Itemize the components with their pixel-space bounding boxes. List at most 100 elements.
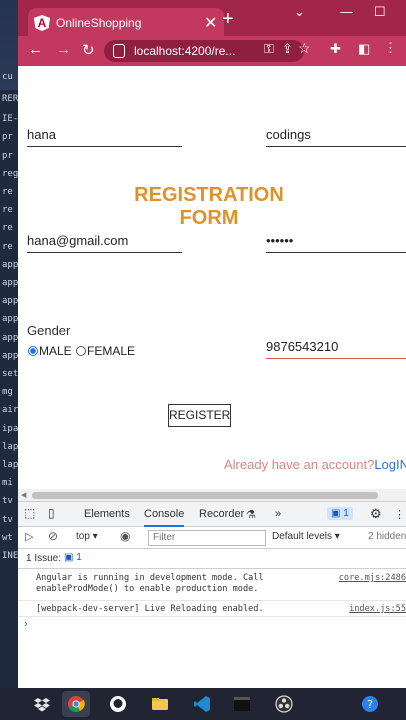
devtools-tab-bar: ⬚ ▯ Elements Console Recorder ⚗ » ▣ 1 ⚙ … xyxy=(18,502,406,527)
log-levels-dropdown[interactable]: Default levels ▾ xyxy=(272,531,340,542)
issues-count: 1 xyxy=(76,552,82,563)
angular-favicon-icon: A xyxy=(34,15,50,31)
horizontal-scrollbar[interactable]: ◀ xyxy=(18,489,406,501)
new-tab-button[interactable]: + xyxy=(222,9,234,29)
dropbox-icon[interactable] xyxy=(28,691,56,717)
background-strip-row: RER xyxy=(2,94,18,104)
obs-icon[interactable] xyxy=(270,691,298,717)
log-source-link[interactable]: core.mjs:2486 xyxy=(339,573,406,583)
svg-text:?: ? xyxy=(367,698,373,711)
messages-badge[interactable]: ▣ 1 xyxy=(327,507,353,520)
background-strip-row: lap xyxy=(2,460,18,470)
side-panel-icon[interactable]: ◧ xyxy=(358,41,370,57)
issues-badge[interactable]: ▣ 1 xyxy=(64,552,82,563)
devtools-panel: ⬚ ▯ Elements Console Recorder ⚗ » ▣ 1 ⚙ … xyxy=(18,501,406,688)
clear-console-icon[interactable]: ⊘ xyxy=(48,529,58,543)
form-title: REGISTRATION FORM xyxy=(114,184,304,230)
gender-label: Gender xyxy=(27,323,71,338)
gender-male-label: MALE xyxy=(39,344,72,358)
already-account-text: Already have an account? xyxy=(224,457,375,472)
help-icon[interactable]: ? xyxy=(356,691,384,717)
email-field[interactable]: hana@gmail.com xyxy=(27,233,182,253)
background-strip-row: pr xyxy=(2,132,13,143)
issues-label: 1 Issue: xyxy=(26,553,62,564)
background-strip-row: cu xyxy=(2,72,13,82)
tab-recorder[interactable]: Recorder xyxy=(199,508,244,520)
file-explorer-icon[interactable] xyxy=(146,691,174,717)
gender-male-radio[interactable] xyxy=(28,346,38,356)
background-strip-row: set xyxy=(2,369,18,379)
console-log-row: [webpack-dev-server] Live Reloading enab… xyxy=(18,601,406,617)
tab-search-icon[interactable]: ⌄ xyxy=(294,4,305,20)
tab-elements[interactable]: Elements xyxy=(84,508,130,520)
console-filter-input[interactable]: Filter xyxy=(148,530,266,546)
background-strip-row: app xyxy=(2,314,18,325)
sidebar-toggle-icon[interactable]: ▷ xyxy=(25,530,33,543)
hidden-count: 2 hidden xyxy=(368,531,406,542)
more-tabs-icon[interactable]: » xyxy=(275,508,281,520)
tab-bar: A OnlineShopping ✕ + ⌄ — ☐ xyxy=(18,0,406,40)
code-icon[interactable] xyxy=(188,691,216,717)
device-toolbar-icon[interactable]: ▯ xyxy=(48,506,55,520)
chrome-icon[interactable] xyxy=(62,691,90,717)
background-strip-row: ipa xyxy=(2,423,18,434)
console-prompt-icon[interactable]: › xyxy=(24,618,28,630)
first-name-value: hana xyxy=(27,127,56,142)
minimize-icon[interactable]: — xyxy=(340,4,353,19)
login-link[interactable]: LogIN xyxy=(374,457,406,472)
address-bar[interactable]: localhost:4200/re... xyxy=(104,40,304,62)
devtools-more-icon[interactable]: ⋮ xyxy=(394,508,405,521)
background-strip-row: regi xyxy=(2,168,18,179)
form-title-line1: REGISTRATION xyxy=(134,184,284,206)
settings-gear-icon[interactable]: ⚙ xyxy=(370,506,382,522)
scroll-left-icon[interactable]: ◀ xyxy=(21,491,26,499)
recorder-flask-icon: ⚗ xyxy=(246,509,256,521)
last-name-value: codings xyxy=(266,127,311,142)
key-icon[interactable]: ⚿ xyxy=(264,41,274,57)
log-source-link[interactable]: index.js:55 xyxy=(349,604,406,614)
console-log-row: Angular is running in development mode. … xyxy=(18,570,406,601)
background-strip-row: tv xyxy=(2,514,13,525)
background-strip-row: app xyxy=(2,296,18,307)
phone-value: 9876543210 xyxy=(266,339,339,354)
browser-toolbar: ← → ↻ localhost:4200/re... ⚿ ⇪ ☆ ✚ ◧ ⋮ xyxy=(18,36,406,66)
gender-female-radio[interactable] xyxy=(76,346,86,356)
reload-icon[interactable]: ↻ xyxy=(82,41,95,59)
share-icon[interactable]: ⇪ xyxy=(282,41,293,57)
extensions-puzzle-icon[interactable]: ✚ xyxy=(330,41,341,57)
background-strip-row: mi xyxy=(2,478,13,489)
scrollbar-thumb[interactable] xyxy=(32,492,378,499)
password-field[interactable]: •••••• xyxy=(266,233,406,253)
forward-arrow-icon[interactable]: → xyxy=(56,41,71,58)
context-selector[interactable]: top ▾ xyxy=(76,531,98,542)
background-strip-row: lap xyxy=(2,441,18,452)
console-toolbar: ▷ ⊘ top ▾ ◉ Filter Default levels ▾ 2 hi… xyxy=(18,527,406,549)
bookmark-star-icon[interactable]: ☆ xyxy=(298,40,311,57)
issues-bar[interactable]: 1 Issue: ▣ 1 xyxy=(18,549,406,569)
maximize-icon[interactable]: ☐ xyxy=(374,4,386,20)
register-button[interactable]: REGISTER xyxy=(168,404,231,427)
form-title-line2: FORM xyxy=(179,207,239,229)
background-strip-row: pr xyxy=(2,150,13,161)
live-expression-eye-icon[interactable]: ◉ xyxy=(120,529,130,543)
log-message: Angular is running in development mode. … xyxy=(36,573,264,594)
tab-close-icon[interactable]: ✕ xyxy=(204,13,217,33)
tab-title: OnlineShopping xyxy=(56,16,142,30)
messages-count: 1 xyxy=(343,508,349,519)
tab-console[interactable]: Console xyxy=(144,508,185,527)
site-info-icon[interactable] xyxy=(113,44,125,58)
gender-female-label: FEMALE xyxy=(87,344,136,358)
inspect-element-icon[interactable]: ⬚ xyxy=(24,506,35,520)
back-arrow-icon[interactable]: ← xyxy=(28,41,43,58)
url-text: localhost:4200/re... xyxy=(134,44,236,58)
more-menu-icon[interactable]: ⋮ xyxy=(384,40,397,56)
background-strip-row: app xyxy=(2,259,18,270)
first-name-field[interactable]: hana xyxy=(27,127,182,147)
password-mask: •••••• xyxy=(266,233,294,248)
terminal-icon[interactable] xyxy=(228,691,256,717)
taskbar: ? xyxy=(0,688,406,720)
phone-field[interactable]: 9876543210 xyxy=(266,339,406,359)
message-icon: ▣ xyxy=(331,508,341,519)
last-name-field[interactable]: codings xyxy=(266,127,406,147)
github-icon[interactable] xyxy=(104,691,132,717)
